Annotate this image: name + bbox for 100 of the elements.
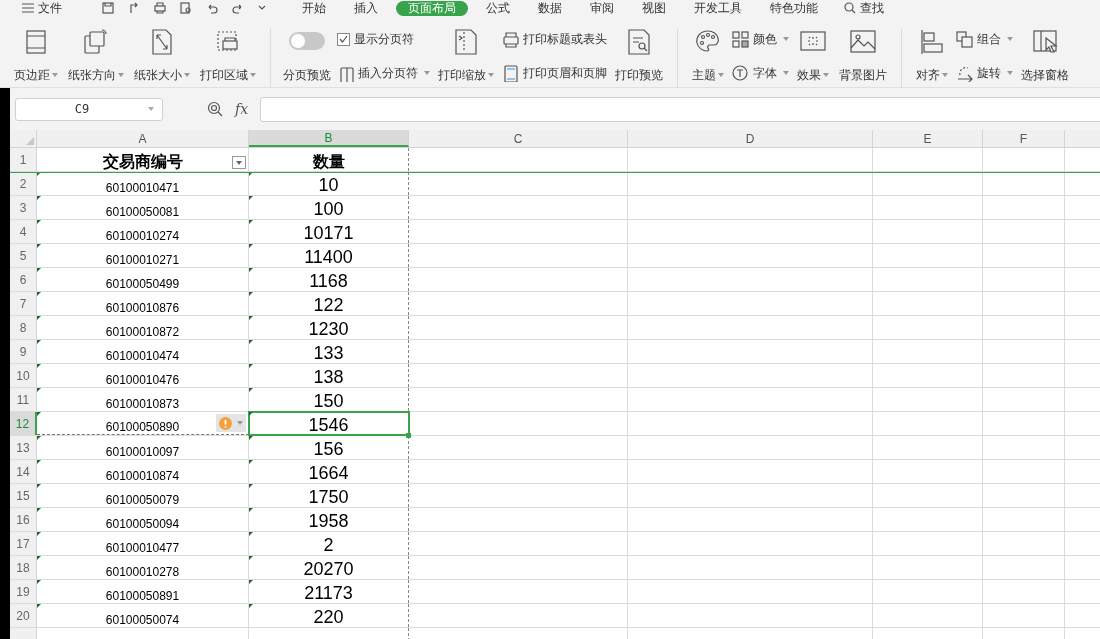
ribbon-tab[interactable]: 数据 bbox=[524, 2, 576, 14]
ribbon-button[interactable]: 字体 bbox=[732, 64, 789, 82]
ribbon-button[interactable]: 主题 bbox=[690, 28, 726, 84]
comment-triangle-icon bbox=[37, 388, 41, 392]
function-label[interactable]: fx bbox=[235, 98, 249, 120]
ribbon-button[interactable]: 对齐 bbox=[914, 28, 950, 84]
row-header[interactable]: 4 bbox=[10, 220, 37, 243]
column-header[interactable]: D bbox=[628, 130, 873, 147]
caret-icon bbox=[942, 73, 948, 77]
row-header[interactable]: 7 bbox=[10, 292, 37, 315]
table-cell: 1546 bbox=[308, 416, 349, 434]
ribbon-tab[interactable]: 开发工具 bbox=[680, 2, 756, 14]
ribbon-tab[interactable]: 公式 bbox=[472, 2, 524, 14]
table-cell: 交易商编号 bbox=[102, 154, 183, 170]
print-icon[interactable] bbox=[154, 2, 166, 14]
fill-handle[interactable] bbox=[406, 433, 411, 438]
ribbon-button[interactable]: 效果 bbox=[795, 28, 831, 84]
row-header[interactable]: 1 bbox=[10, 148, 37, 171]
file-menu[interactable]: 文件 bbox=[22, 2, 62, 14]
ribbon-button[interactable]: 纸张大小 bbox=[132, 28, 192, 84]
caret-icon bbox=[783, 37, 789, 41]
error-check-button[interactable] bbox=[216, 414, 246, 432]
row-header[interactable]: 6 bbox=[10, 268, 37, 291]
table-cell: 60100010097 bbox=[105, 446, 180, 458]
rotate-icon bbox=[956, 64, 973, 82]
toggle-switch[interactable] bbox=[289, 32, 325, 50]
redo-icon[interactable] bbox=[232, 2, 244, 14]
ribbon-button[interactable]: 打印缩放 bbox=[436, 28, 496, 84]
export-icon[interactable] bbox=[128, 2, 140, 14]
caret-icon bbox=[783, 71, 789, 75]
comment-triangle-icon bbox=[249, 364, 253, 368]
table-cell: 150 bbox=[313, 392, 344, 410]
ribbon-button[interactable]: 插入分页符 bbox=[337, 64, 430, 82]
comment-triangle-icon bbox=[37, 340, 41, 344]
comment-triangle-icon bbox=[249, 556, 253, 560]
ribbon-button[interactable]: 颜色 bbox=[732, 30, 789, 48]
column-header[interactable]: E bbox=[873, 130, 983, 147]
ribbon-button[interactable]: 打印标题或表头 bbox=[502, 30, 607, 48]
table-cell: 156 bbox=[313, 440, 344, 458]
warning-icon bbox=[219, 416, 232, 430]
table-cell: 60100050499 bbox=[105, 278, 180, 290]
checkbox[interactable] bbox=[337, 32, 350, 46]
comment-triangle-icon bbox=[37, 172, 41, 176]
row-header[interactable]: 11 bbox=[10, 388, 37, 411]
more-icon[interactable] bbox=[258, 5, 266, 11]
row-header[interactable]: 17 bbox=[10, 532, 37, 555]
row-header[interactable]: 15 bbox=[10, 484, 37, 507]
comment-triangle-icon bbox=[249, 508, 253, 512]
caret-icon bbox=[250, 73, 256, 77]
row-header[interactable]: 14 bbox=[10, 460, 37, 483]
page-orientation-icon bbox=[82, 28, 110, 56]
zoom-icon[interactable] bbox=[207, 101, 223, 117]
row-header[interactable]: 3 bbox=[10, 196, 37, 219]
comment-triangle-icon bbox=[37, 412, 41, 416]
ribbon-button[interactable]: 页边距 bbox=[12, 28, 60, 84]
save-icon[interactable] bbox=[102, 2, 114, 14]
filter-button[interactable] bbox=[232, 156, 246, 169]
row-header[interactable]: 10 bbox=[10, 364, 37, 387]
table-cell: 20270 bbox=[303, 560, 354, 578]
row-header[interactable]: 5 bbox=[10, 244, 37, 267]
formula-field[interactable] bbox=[260, 96, 1100, 122]
ribbon-tab[interactable]: 审阅 bbox=[576, 2, 628, 14]
ribbon-tab[interactable]: 插入 bbox=[340, 2, 392, 14]
ribbon-button[interactable]: 打印预览 bbox=[613, 28, 665, 84]
row-header[interactable]: 19 bbox=[10, 580, 37, 603]
ribbon-tab[interactable]: 特色功能 bbox=[756, 2, 832, 14]
row-header[interactable]: 9 bbox=[10, 340, 37, 363]
ribbon-button[interactable]: 纸张方向 bbox=[66, 28, 126, 84]
row-header[interactable]: 2 bbox=[10, 172, 37, 195]
ribbon-button[interactable]: 旋转 bbox=[956, 64, 1013, 82]
caret-icon bbox=[118, 73, 124, 77]
row-header[interactable]: 16 bbox=[10, 508, 37, 531]
caret-icon bbox=[488, 73, 494, 77]
table-cell: 60100050094 bbox=[105, 518, 180, 530]
row-header[interactable]: 18 bbox=[10, 556, 37, 579]
ribbon-button[interactable]: 选择窗格 bbox=[1019, 28, 1071, 84]
row-header[interactable]: 20 bbox=[10, 604, 37, 627]
comment-triangle-icon bbox=[249, 412, 253, 416]
column-header[interactable]: C bbox=[409, 130, 628, 147]
table-cell: 122 bbox=[313, 296, 344, 314]
caret-icon bbox=[718, 73, 724, 77]
checkbox-label: 显示分页符 bbox=[354, 31, 414, 48]
row-header[interactable]: 13 bbox=[10, 436, 37, 459]
comment-triangle-icon bbox=[37, 292, 41, 296]
preview-icon[interactable] bbox=[180, 2, 192, 14]
ribbon-button[interactable]: 打印页眉和页脚 bbox=[502, 64, 607, 82]
ribbon-tab[interactable]: 视图 bbox=[628, 2, 680, 14]
ribbon-button[interactable]: 背景图片 bbox=[837, 28, 889, 84]
column-header[interactable]: F bbox=[983, 130, 1065, 147]
row-header[interactable]: 8 bbox=[10, 316, 37, 339]
font-circle-icon bbox=[732, 64, 749, 82]
table-cell: 133 bbox=[313, 344, 344, 362]
ribbon-button[interactable]: 打印区域 bbox=[198, 28, 258, 84]
ribbon-button[interactable]: 组合 bbox=[956, 30, 1013, 48]
undo-icon[interactable] bbox=[206, 2, 218, 14]
ribbon-tab[interactable]: 开始 bbox=[288, 2, 340, 14]
name-box[interactable]: C9 bbox=[15, 97, 163, 121]
comment-triangle-icon bbox=[249, 604, 253, 608]
comment-triangle-icon bbox=[37, 580, 41, 584]
search-button[interactable]: 查找 bbox=[844, 2, 884, 14]
